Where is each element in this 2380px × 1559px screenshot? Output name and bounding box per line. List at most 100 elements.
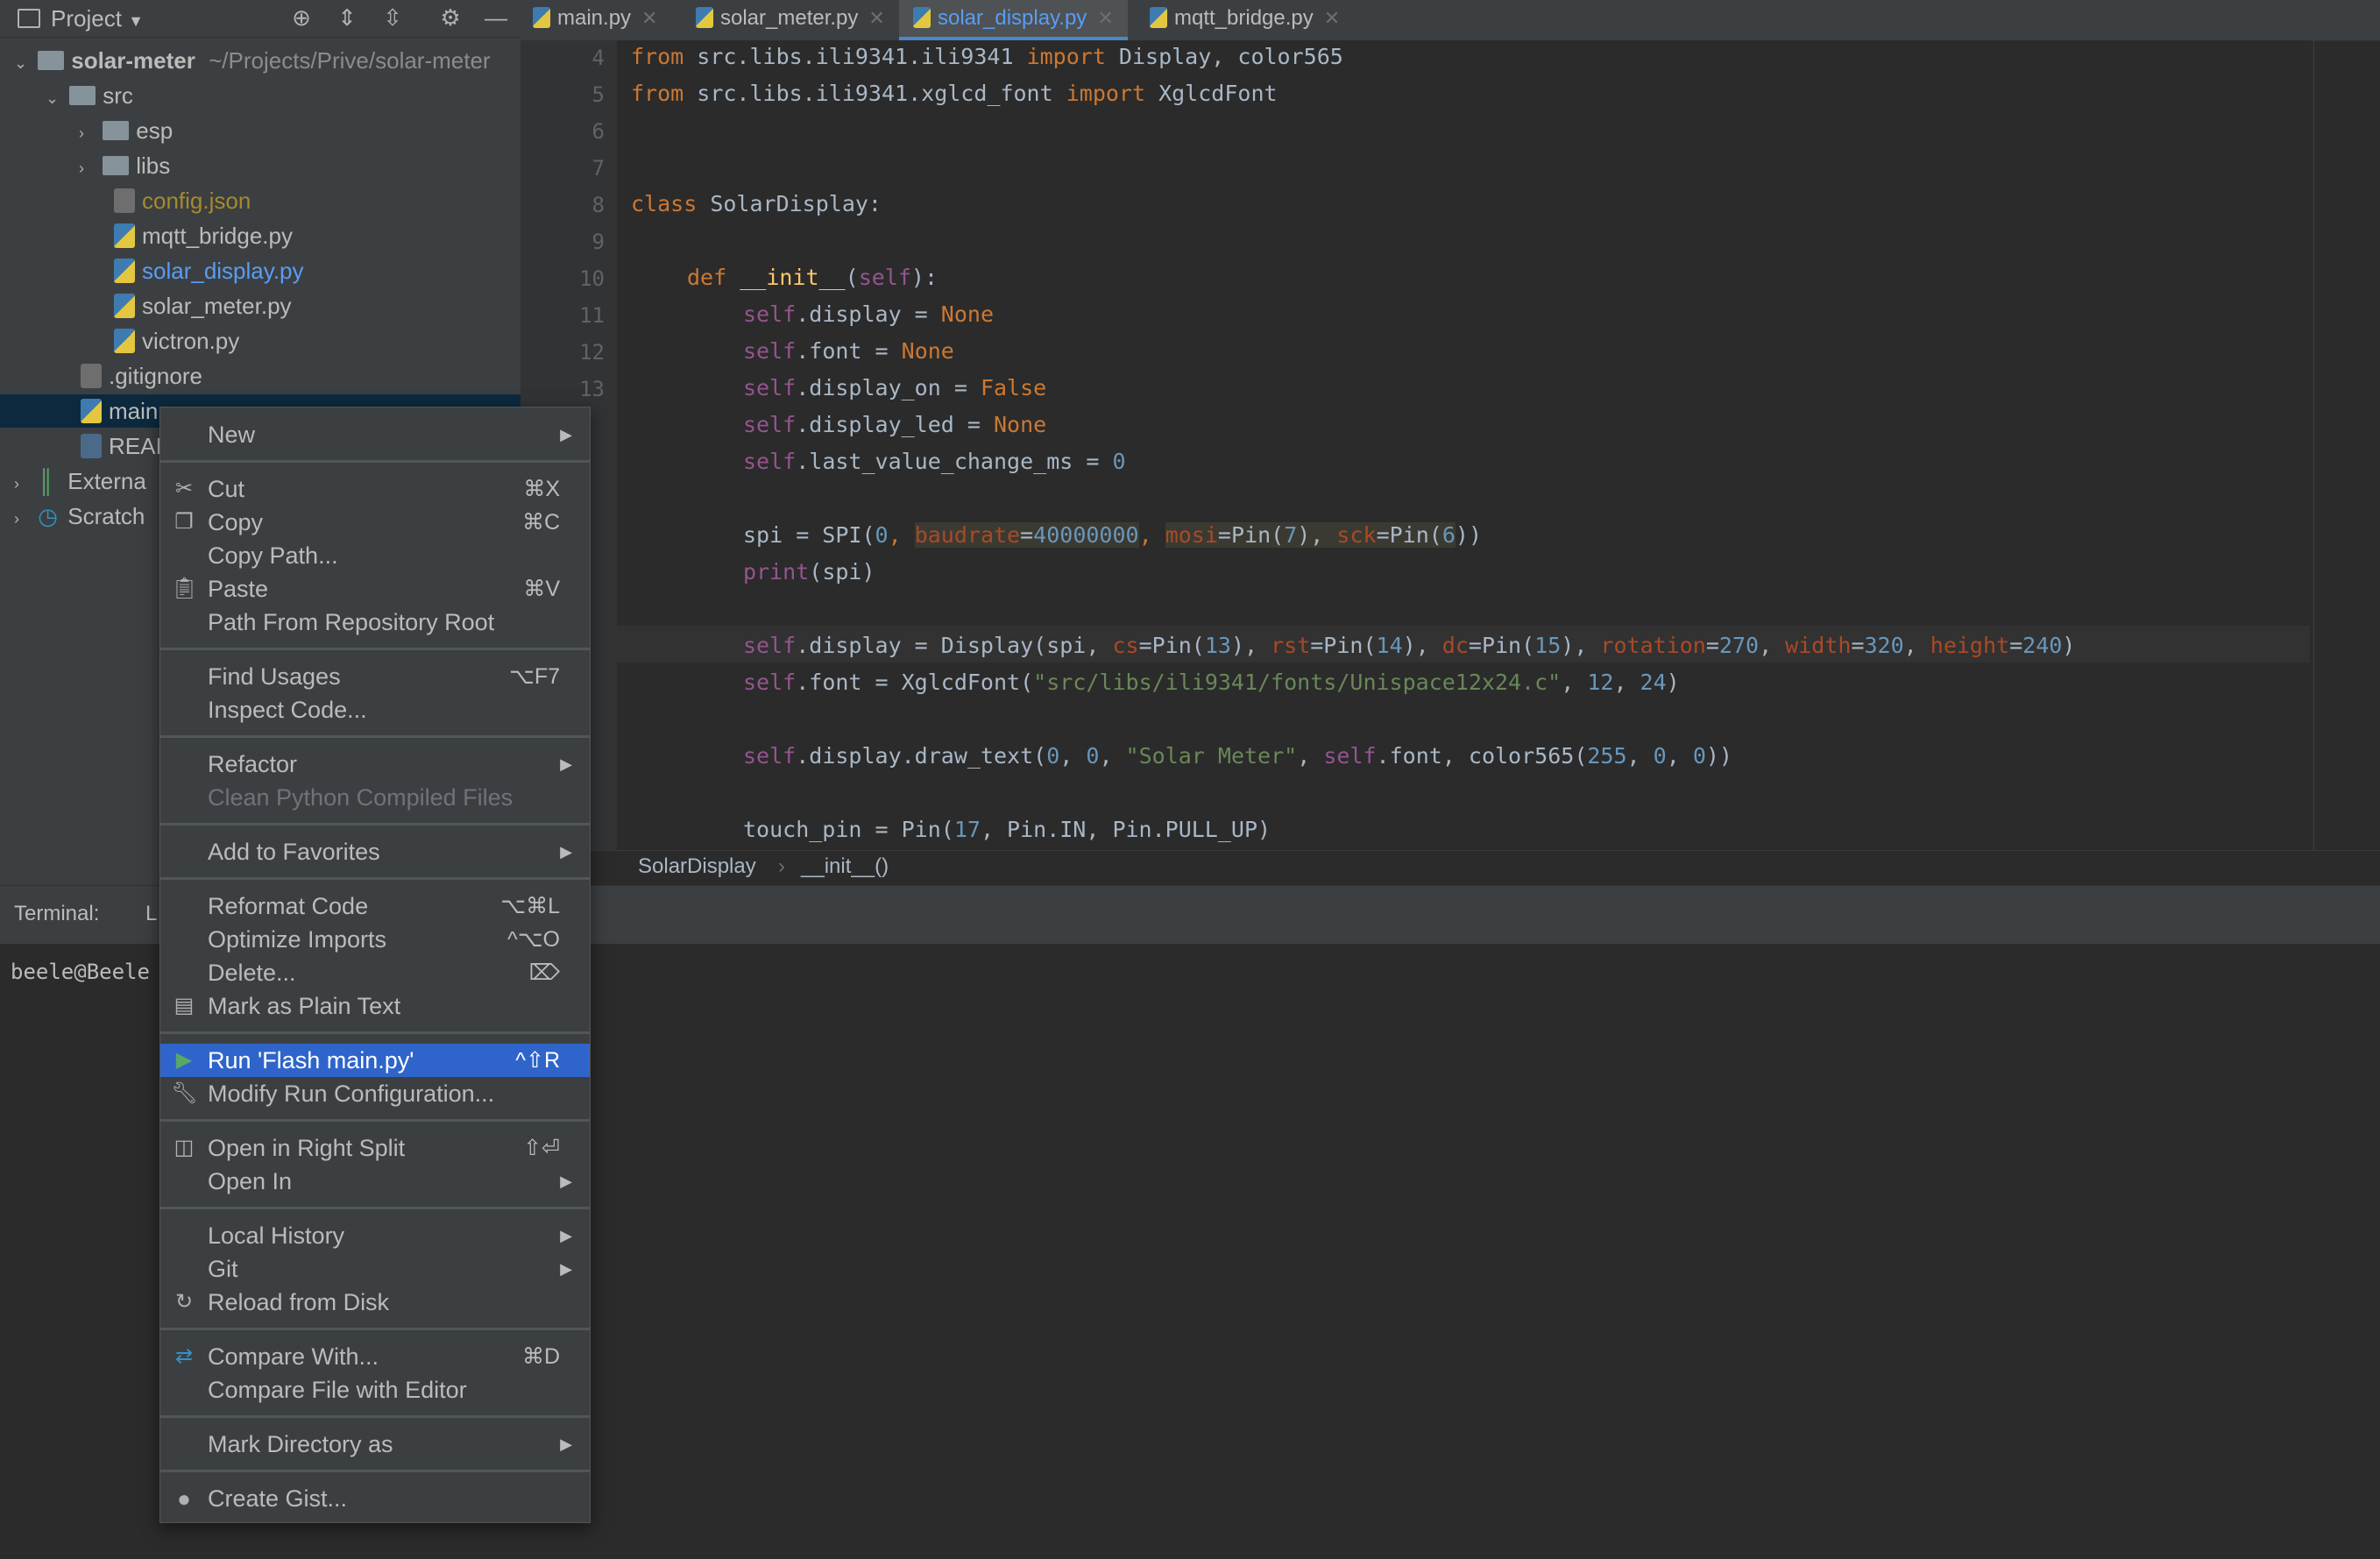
project-view-selector[interactable]: Project ▼ [51, 5, 144, 32]
tree-item-libs[interactable]: › libs [79, 149, 170, 182]
collapse-all-icon[interactable]: ⇳ [380, 5, 405, 30]
tree-item-src[interactable]: ⌄ src [46, 79, 133, 112]
tab-mqtt-bridge-py[interactable]: mqtt_bridge.py ✕ [1150, 0, 1340, 40]
tree-item-label: Externa [67, 468, 146, 494]
submenu-arrow-icon: ▶ [560, 843, 572, 861]
menu-item-optimize-imports[interactable]: Optimize Imports ^⌥O [160, 923, 590, 956]
github-icon: ● [177, 1485, 191, 1512]
code-line: spi = SPI(0, baudrate=40000000, mosi=Pin… [743, 522, 1482, 548]
folder-icon [69, 86, 96, 106]
menu-item-clean-python-compiled[interactable]: Clean Python Compiled Files [160, 781, 590, 814]
project-title: Project [51, 5, 122, 32]
tree-item-config-json[interactable]: config.json [114, 184, 251, 217]
menu-item-mark-directory-as[interactable]: Mark Directory as ▶ [160, 1428, 590, 1461]
code-line: self.last_value_change_ms = 0 [743, 449, 1126, 474]
editor-tabs: main.py ✕ solar_meter.py ✕ solar_display.p… [521, 0, 2380, 41]
menu-item-new[interactable]: New ▶ [160, 418, 590, 451]
line-number: 11 [579, 303, 605, 328]
close-icon[interactable]: ✕ [1324, 7, 1340, 29]
split-icon: ◫ [174, 1136, 195, 1159]
chevron-right-icon: › [14, 510, 19, 528]
menu-item-run-flash-main[interactable]: ▶ Run 'Flash main.py' ^⇧R [160, 1044, 590, 1077]
tree-item-readme[interactable]: REAI [81, 429, 162, 463]
tree-item-victron[interactable]: victron.py [114, 324, 239, 358]
expand-all-icon[interactable]: ⇕ [335, 5, 359, 30]
menu-item-add-to-favorites[interactable]: Add to Favorites ▶ [160, 835, 590, 868]
line-number: 5 [591, 82, 605, 107]
menu-item-copy-path[interactable]: Copy Path... [160, 539, 590, 572]
terminal-prompt[interactable]: beele@Beele [11, 960, 150, 984]
tree-item-root[interactable]: ⌄ solar-meter ~/Projects/Prive/solar-met… [14, 44, 491, 77]
context-menu: New ▶ ✂ Cut ⌘X ❐ Copy ⌘C Copy Path... 📋︎ Paste… [159, 407, 591, 1523]
wrench-icon: 🔧︎ [171, 1081, 198, 1105]
menu-separator [160, 460, 590, 463]
tree-item-label: src [103, 82, 133, 109]
menu-item-compare-with[interactable]: ⇄ Compare With... ⌘D [160, 1340, 590, 1373]
tab-solar-display-py[interactable]: solar_display.py ✕ [899, 0, 1128, 40]
menu-item-create-gist[interactable]: ● Create Gist... [160, 1482, 590, 1515]
menu-item-path-from-repo-root[interactable]: Path From Repository Root [160, 606, 590, 639]
menu-item-inspect-code[interactable]: Inspect Code... [160, 693, 590, 726]
tree-item-label: REAI [109, 433, 162, 459]
breadcrumb-class[interactable]: SolarDisplay [638, 854, 756, 879]
menu-item-local-history[interactable]: Local History ▶ [160, 1219, 590, 1252]
menu-item-delete[interactable]: Delete... ⌦ [160, 956, 590, 989]
terminal-label: Terminal: [14, 902, 100, 925]
menu-item-mark-plain-text[interactable]: ▤ Mark as Plain Text [160, 989, 590, 1023]
tab-main-py[interactable]: main.py ✕ [533, 0, 657, 40]
tree-item-label: .gitignore [109, 363, 202, 389]
tree-item-mqtt-bridge[interactable]: mqtt_bridge.py [114, 219, 293, 252]
chevron-down-icon: ▼ [128, 12, 144, 30]
folder-icon [103, 121, 130, 141]
menu-item-cut[interactable]: ✂ Cut ⌘X [160, 472, 590, 506]
code-editor[interactable]: from src.libs.ili9341.ili9341 import Dis… [617, 40, 2310, 850]
menu-item-git[interactable]: Git ▶ [160, 1252, 590, 1286]
gitignore-file-icon [81, 364, 102, 389]
tab-solar-meter-py[interactable]: solar_meter.py ✕ [696, 0, 885, 40]
menu-item-modify-run-config[interactable]: 🔧︎ Modify Run Configuration... [160, 1077, 590, 1110]
python-file-icon [696, 6, 713, 28]
locate-file-icon[interactable]: ⊕ [289, 5, 314, 30]
tab-terminal-local[interactable]: L [145, 902, 157, 926]
python-file-icon [913, 6, 931, 28]
menu-item-paste[interactable]: 📋︎ Paste ⌘V [160, 572, 590, 606]
menu-item-reload-from-disk[interactable]: ↻ Reload from Disk [160, 1286, 590, 1319]
menu-item-open-right-split[interactable]: ◫ Open in Right Split ⇧⏎ [160, 1131, 590, 1165]
menu-item-open-in[interactable]: Open In ▶ [160, 1165, 590, 1198]
code-line: from src.libs.ili9341.ili9341 import Dis… [631, 44, 1343, 69]
python-file-icon [533, 6, 550, 28]
menu-separator [160, 1415, 590, 1418]
menu-item-copy[interactable]: ❐ Copy ⌘C [160, 506, 590, 539]
code-line: self.font = None [743, 338, 954, 364]
menu-separator [160, 877, 590, 880]
breadcrumb: SolarDisplay › __init__() [521, 850, 2380, 886]
code-line: self.display_led = None [743, 412, 1047, 437]
tree-item-external-libraries[interactable]: › ║ Externa [14, 464, 146, 498]
close-icon[interactable]: ✕ [868, 7, 884, 29]
breadcrumb-method[interactable]: __init__() [801, 854, 889, 879]
close-icon[interactable]: ✕ [1097, 7, 1113, 29]
tab-label: mqtt_bridge.py [1174, 6, 1314, 30]
close-icon[interactable]: ✕ [641, 7, 657, 29]
tree-item-solar-display[interactable]: solar_display.py [114, 254, 304, 287]
copy-icon: ❐ [174, 510, 194, 534]
tab-label: main.py [557, 6, 632, 30]
tree-item-gitignore[interactable]: .gitignore [81, 359, 202, 393]
tree-item-label: victron.py [142, 328, 240, 354]
tree-item-esp[interactable]: › esp [79, 114, 173, 147]
menu-item-find-usages[interactable]: Find Usages ⌥F7 [160, 660, 590, 693]
tree-item-label: config.json [142, 188, 251, 214]
menu-item-compare-file-editor[interactable]: Compare File with Editor [160, 1373, 590, 1407]
tree-item-scratches[interactable]: › ◷ Scratch [14, 500, 145, 533]
folder-icon [103, 156, 130, 176]
line-number: 8 [591, 193, 605, 217]
line-number: 12 [579, 340, 605, 365]
menu-separator [160, 1207, 590, 1209]
chevron-down-icon: ⌄ [14, 54, 28, 72]
gear-icon[interactable]: ⚙ [438, 5, 463, 30]
hide-icon[interactable]: — [484, 5, 508, 30]
python-file-icon [114, 329, 135, 354]
menu-item-reformat-code[interactable]: Reformat Code ⌥⌘L [160, 889, 590, 923]
tree-item-solar-meter[interactable]: solar_meter.py [114, 289, 292, 322]
menu-item-refactor[interactable]: Refactor ▶ [160, 748, 590, 781]
